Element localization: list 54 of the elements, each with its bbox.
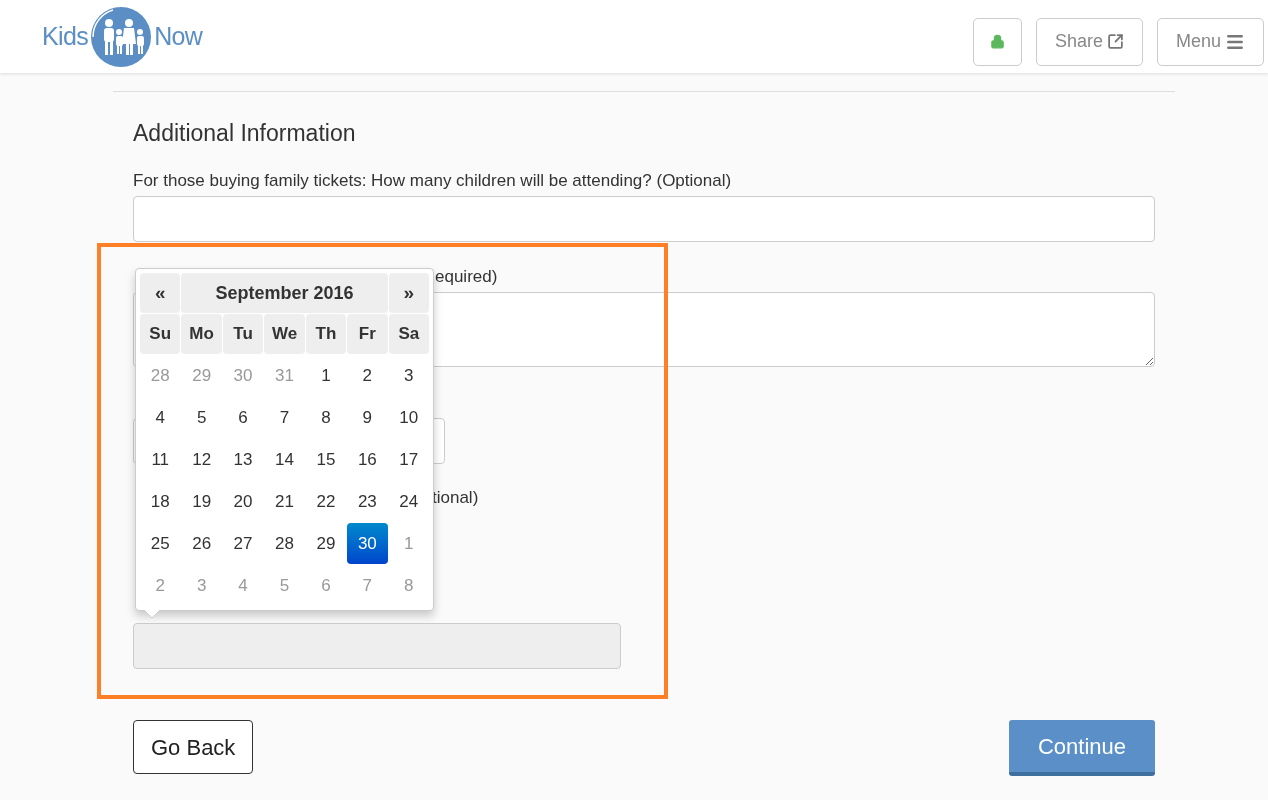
weekday-header: Mo <box>181 314 222 354</box>
section-title: Additional Information <box>133 120 356 146</box>
lock-button[interactable] <box>972 17 1022 66</box>
field-label: For those buying family tickets: How many children will be attending? (Optional) <box>133 171 732 191</box>
go-back-button[interactable]: Go Back <box>133 720 254 774</box>
calendar-day[interactable]: 10 <box>388 397 429 438</box>
calendar-day[interactable]: 16 <box>347 439 388 480</box>
calendar-day[interactable]: 14 <box>264 439 305 480</box>
calendar-day[interactable]: 7 <box>264 397 305 438</box>
menu-button[interactable]: Menu <box>1156 17 1264 66</box>
calendar-day[interactable]: 25 <box>140 523 181 564</box>
calendar-day[interactable]: 27 <box>222 523 264 564</box>
calendar-day[interactable]: 21 <box>264 481 305 522</box>
weekday-header: Th <box>305 314 347 354</box>
calendar-day[interactable]: 6 <box>222 397 264 438</box>
calendar-day[interactable]: 3 <box>388 355 429 396</box>
share-button[interactable]: Share <box>1035 17 1143 66</box>
calendar-day[interactable]: 2 <box>347 355 388 396</box>
previous-month-button[interactable]: « <box>140 273 181 313</box>
calendar-day[interactable]: 23 <box>347 481 388 522</box>
weekday-header: Fr <box>347 314 388 354</box>
calendar-day[interactable]: 5 <box>181 397 222 438</box>
calendar-day[interactable]: 17 <box>388 439 429 480</box>
weekday-header: Tu <box>222 314 264 354</box>
logo-text: Kids <box>42 20 89 52</box>
calendar-day[interactable]: 30 <box>347 523 388 564</box>
calendar-day[interactable]: 19 <box>181 481 222 522</box>
weekday-header: Su <box>140 314 181 354</box>
calendar-day[interactable]: 28 <box>264 523 305 564</box>
calendar-day[interactable]: 8 <box>305 397 347 438</box>
calendar-day[interactable]: 26 <box>181 523 222 564</box>
date-field[interactable] <box>133 623 621 669</box>
calendar-day[interactable]: 18 <box>140 481 181 522</box>
calendar-day[interactable]: 20 <box>222 481 264 522</box>
next-month-button[interactable]: » <box>388 273 429 313</box>
calendar-day[interactable]: 1 <box>305 355 347 396</box>
weekday-header: We <box>264 314 305 354</box>
calendar-day[interactable]: 15 <box>305 439 347 480</box>
weekday-header: Sa <box>388 314 429 354</box>
field-label: equired) <box>435 267 498 286</box>
family-logo-icon <box>89 4 154 69</box>
calendar-day[interactable]: 4 <box>140 397 181 438</box>
month-title[interactable]: September 2016 <box>181 273 388 313</box>
logo-text: Now <box>154 20 203 52</box>
calendar-day[interactable]: 29 <box>305 523 347 564</box>
calendar-day[interactable]: 13 <box>222 439 264 480</box>
input-field[interactable] <box>133 196 1155 242</box>
share-icon <box>1106 33 1124 50</box>
calendar-day[interactable]: 11 <box>140 439 181 480</box>
calendar-day[interactable]: 9 <box>347 397 388 438</box>
lock-icon <box>989 34 1005 49</box>
calendar-day[interactable]: 24 <box>388 481 429 522</box>
calendar-day[interactable]: 12 <box>181 439 222 480</box>
calendar-day[interactable]: 22 <box>305 481 347 522</box>
